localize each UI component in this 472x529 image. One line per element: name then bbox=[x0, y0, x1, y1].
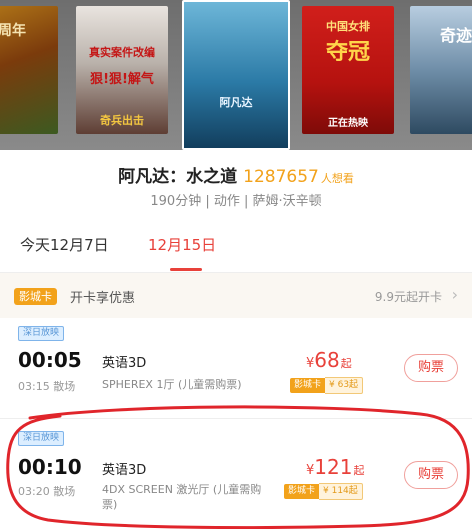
hall-name: SPHEREX 1厅 (儿童需购票) bbox=[102, 378, 242, 391]
active-tab-indicator bbox=[170, 268, 202, 271]
price-value: 68 bbox=[314, 348, 340, 372]
card-price: 影城卡 ¥ 114起 bbox=[284, 483, 363, 500]
cinema-card-badge: 影城卡 bbox=[14, 288, 57, 305]
language-format: 英语3D bbox=[102, 356, 147, 371]
movie-info: 阿凡达：水之道 1287657 人想看 190分钟 | 动作 | 萨姆·沃辛顿 bbox=[0, 150, 472, 220]
movie-meta: 190分钟 | 动作 | 萨姆·沃辛顿 bbox=[150, 194, 322, 209]
card-price-value: ¥ 63起 bbox=[325, 377, 364, 394]
language-format: 英语3D bbox=[102, 463, 147, 478]
price-suffix: 起 bbox=[340, 357, 352, 370]
chevron-right-icon: › bbox=[451, 285, 458, 304]
card-price: 影城卡 ¥ 63起 bbox=[290, 377, 364, 394]
promo-price: 9.9元起开卡 bbox=[374, 290, 442, 304]
hall-name: 4DX SCREEN 激光厅 (儿童需购票) bbox=[102, 483, 262, 511]
poster-slogan: 狠!狠!解气 bbox=[90, 72, 154, 87]
poster-title: 周年 bbox=[0, 23, 26, 39]
want-suffix: 人想看 bbox=[320, 172, 354, 185]
movie-poster-selected[interactable]: 阿凡达 bbox=[182, 0, 290, 150]
start-time: 00:10 bbox=[18, 455, 82, 479]
end-time: 03:20 散场 bbox=[18, 485, 76, 498]
end-time: 03:15 散场 bbox=[18, 380, 76, 393]
showtime-row[interactable]: 深日放映 00:05 03:15 散场 英语3D SPHEREX 1厅 (儿童需… bbox=[0, 318, 472, 418]
want-count: 1287657 bbox=[243, 167, 319, 187]
poster-title: 奇迹 bbox=[439, 26, 472, 45]
poster-subtitle: 正在热映 bbox=[328, 118, 368, 129]
late-show-tag: 深日放映 bbox=[18, 431, 65, 446]
card-price-label: 影城卡 bbox=[290, 378, 326, 393]
late-show-tag: 深日放映 bbox=[18, 326, 65, 341]
date-tabs: 今天12月7日 12月15日 bbox=[0, 220, 472, 272]
tab-dec-15[interactable]: 12月15日 bbox=[148, 234, 216, 255]
ticket-price: ¥68起 bbox=[306, 348, 352, 372]
movie-poster[interactable]: 中国女排 夺冠 正在热映 bbox=[302, 6, 394, 134]
movie-title: 阿凡达：水之道 bbox=[118, 167, 238, 187]
card-price-value: ¥ 114起 bbox=[319, 483, 363, 500]
buy-ticket-button[interactable]: 购票 bbox=[404, 461, 458, 489]
movie-title-row: 阿凡达：水之道 1287657 人想看 bbox=[0, 162, 472, 187]
showtime-row[interactable]: 深日放映 00:10 03:20 散场 英语3D 4DX SCREEN 激光厅 … bbox=[0, 418, 472, 529]
price-value: 121 bbox=[314, 455, 353, 479]
poster-subtitle: 奇兵出击 bbox=[100, 114, 144, 127]
poster-slogan: 夺冠 bbox=[325, 40, 370, 65]
ticket-price: ¥121起 bbox=[306, 455, 364, 479]
start-time: 00:05 bbox=[18, 348, 82, 372]
tab-today[interactable]: 今天12月7日 bbox=[20, 234, 109, 255]
buy-ticket-button[interactable]: 购票 bbox=[404, 354, 458, 382]
movie-poster[interactable]: 真实案件改编 狠!狠!解气 奇兵出击 bbox=[76, 6, 168, 134]
poster-title: 真实案件改编 bbox=[89, 46, 155, 59]
poster-carousel[interactable]: 周年 真实案件改编 狠!狠!解气 奇兵出击 阿凡达 中国女排 夺冠 正在热映 奇… bbox=[0, 0, 472, 150]
price-suffix: 起 bbox=[353, 464, 365, 477]
movie-poster[interactable]: 奇迹 bbox=[410, 6, 472, 134]
promo-text: 开卡享优惠 bbox=[70, 291, 136, 306]
poster-title: 阿凡达 bbox=[219, 96, 253, 109]
card-price-label: 影城卡 bbox=[284, 484, 320, 499]
movie-poster[interactable]: 周年 bbox=[0, 6, 58, 134]
card-promo-bar[interactable]: 影城卡 开卡享优惠 9.9元起开卡 › bbox=[0, 272, 472, 318]
poster-title: 中国女排 bbox=[326, 20, 370, 33]
